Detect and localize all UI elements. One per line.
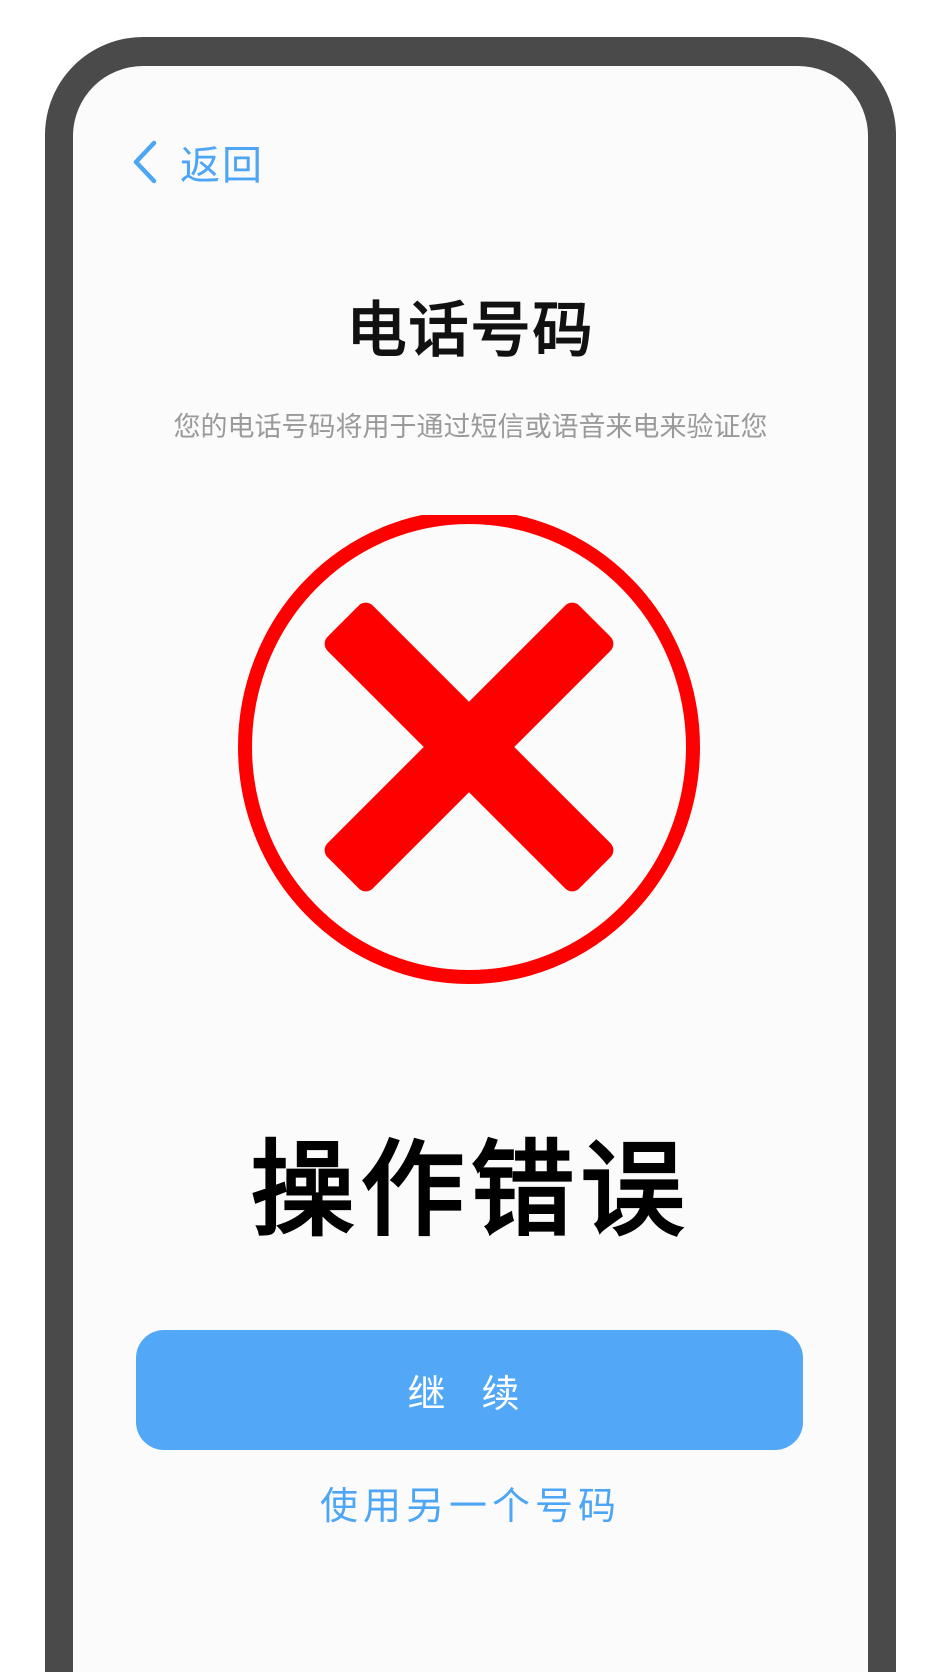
back-button[interactable]: 返回 [130, 132, 264, 192]
use-another-number-link[interactable]: 使用另一个号码 [0, 1475, 941, 1530]
back-label: 返回 [180, 143, 264, 189]
error-x-icon [238, 515, 700, 984]
chevron-left-icon [133, 140, 157, 184]
page-title: 电话号码 [346, 296, 595, 366]
error-message: 操作错误 [250, 1129, 691, 1251]
page-subtitle: 您的电话号码将用于通过短信或语音来电来验证您 [173, 412, 768, 443]
continue-button[interactable]: 继 续 [136, 1330, 803, 1450]
